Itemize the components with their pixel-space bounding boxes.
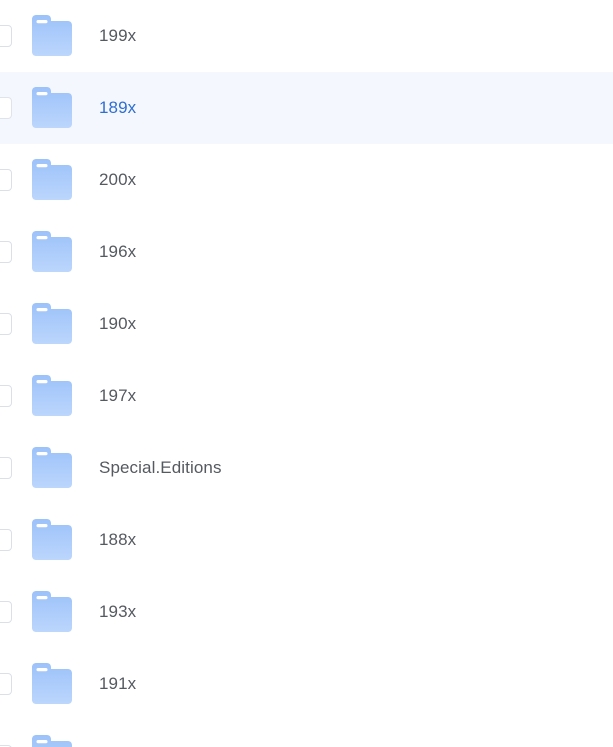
row-checkbox[interactable] (0, 601, 12, 623)
checkbox-box[interactable] (0, 673, 12, 695)
folder-icon (28, 517, 76, 563)
folder-name-label[interactable]: 189x (99, 97, 136, 119)
folder-icon (28, 733, 76, 747)
folder-icon (28, 13, 76, 59)
row-checkbox[interactable] (0, 25, 12, 47)
folder-row[interactable]: 189x (0, 72, 613, 144)
folder-name-label[interactable]: 193x (99, 601, 136, 623)
folder-icon (28, 589, 76, 635)
folder-name-label[interactable]: 191x (99, 673, 136, 695)
folder-name-label[interactable]: 188x (99, 529, 136, 551)
folder-icon (28, 85, 76, 131)
checkbox-box[interactable] (0, 169, 12, 191)
row-checkbox[interactable] (0, 673, 12, 695)
folder-icon (28, 229, 76, 275)
row-checkbox[interactable] (0, 457, 12, 479)
row-checkbox[interactable] (0, 97, 12, 119)
folder-row[interactable]: 190x (0, 288, 613, 360)
checkbox-box[interactable] (0, 313, 12, 335)
checkbox-box[interactable] (0, 601, 12, 623)
folder-row[interactable]: 193x (0, 576, 613, 648)
folder-icon (28, 301, 76, 347)
folder-name-label[interactable]: 199x (99, 25, 136, 47)
folder-name-label[interactable]: 190x (99, 313, 136, 335)
folder-row[interactable]: 200x (0, 144, 613, 216)
folder-name-label[interactable]: Special.Editions (99, 457, 222, 479)
checkbox-box[interactable] (0, 385, 12, 407)
folder-row[interactable]: 196x (0, 216, 613, 288)
folder-name-label[interactable]: 196x (99, 241, 136, 263)
row-checkbox[interactable] (0, 241, 12, 263)
folder-row[interactable]: Special.Editions (0, 432, 613, 504)
checkbox-box[interactable] (0, 529, 12, 551)
checkbox-box[interactable] (0, 457, 12, 479)
row-checkbox[interactable] (0, 385, 12, 407)
folder-icon (28, 661, 76, 707)
folder-row[interactable]: 197x (0, 360, 613, 432)
folder-icon (28, 445, 76, 491)
folder-row[interactable]: 188x (0, 504, 613, 576)
folder-name-label[interactable]: 200x (99, 169, 136, 191)
row-checkbox[interactable] (0, 313, 12, 335)
row-checkbox[interactable] (0, 169, 12, 191)
folder-icon (28, 373, 76, 419)
checkbox-box[interactable] (0, 25, 12, 47)
folder-name-label[interactable]: 197x (99, 385, 136, 407)
folder-list[interactable]: 199x 189x 200x 196x 190x 197x Special.Editions… (0, 0, 613, 747)
folder-row[interactable] (0, 720, 613, 747)
folder-row[interactable]: 191x (0, 648, 613, 720)
row-checkbox[interactable] (0, 529, 12, 551)
checkbox-box[interactable] (0, 97, 12, 119)
folder-row[interactable]: 199x (0, 0, 613, 72)
checkbox-box[interactable] (0, 241, 12, 263)
folder-icon (28, 157, 76, 203)
